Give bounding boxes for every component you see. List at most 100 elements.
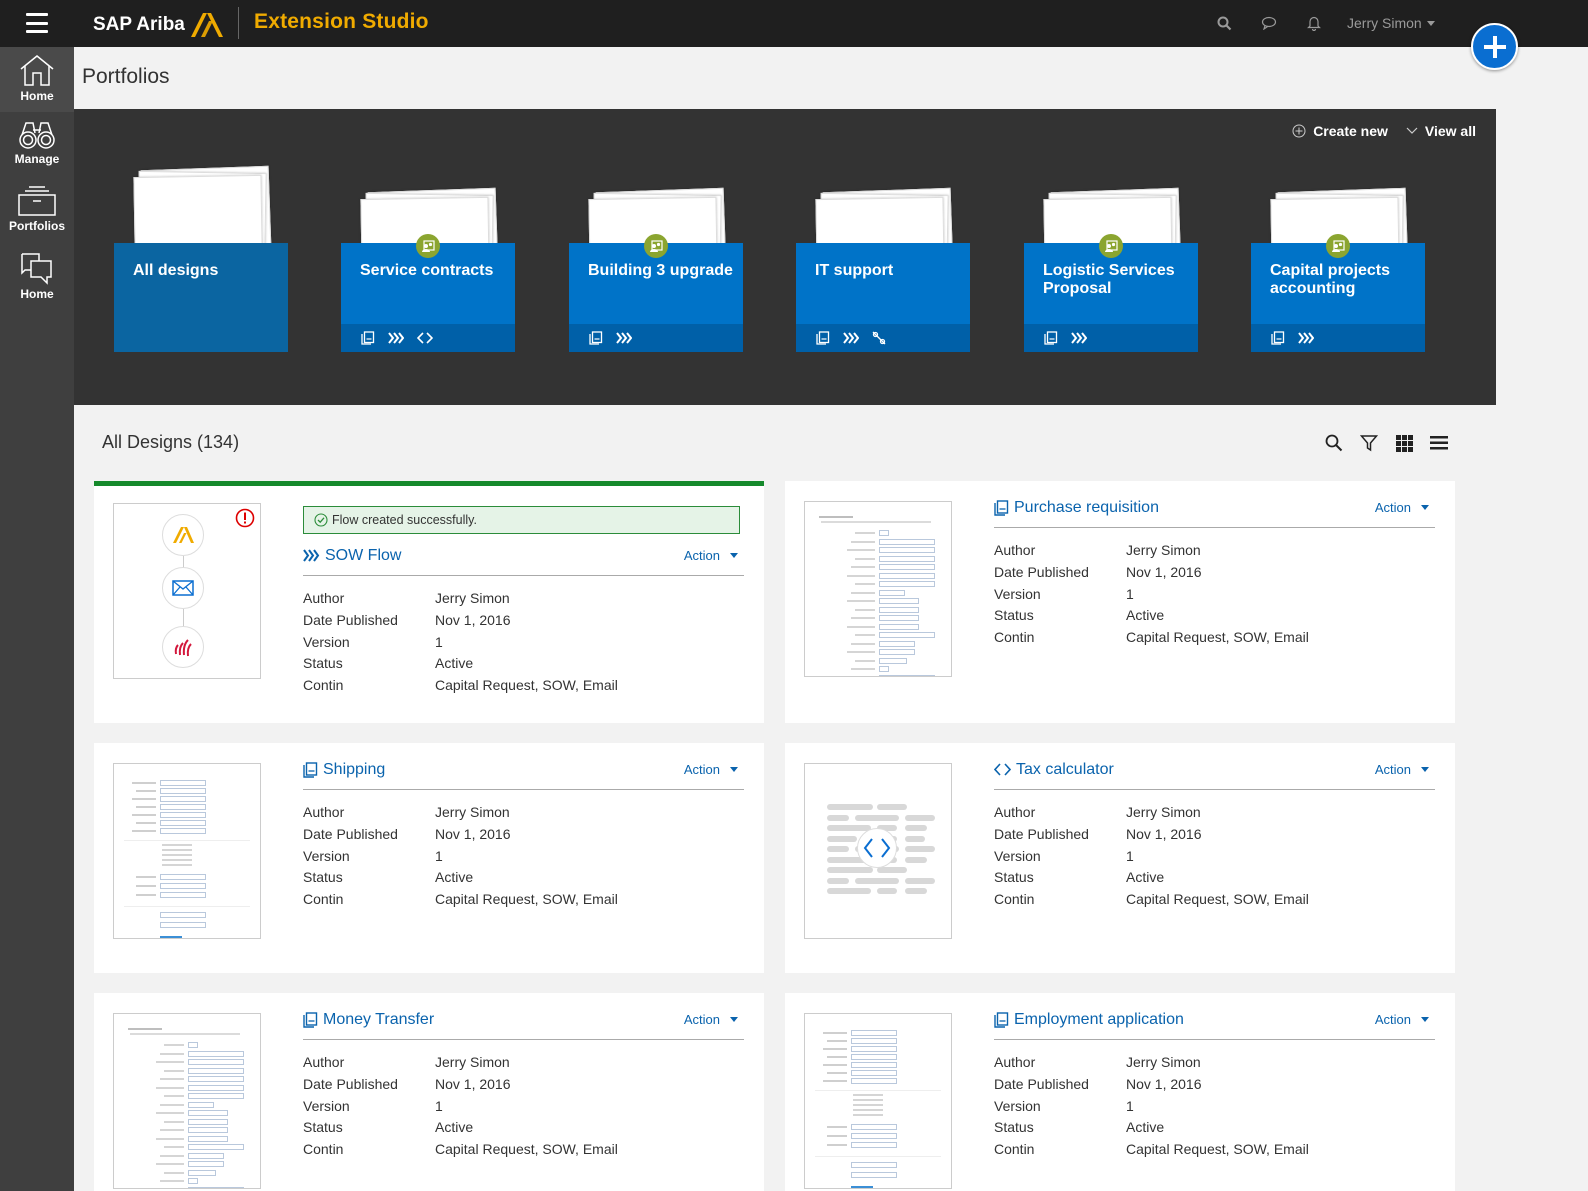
chat-icon[interactable] (1257, 12, 1281, 34)
form-icon (303, 761, 318, 778)
code-icon[interactable] (417, 332, 433, 344)
menu-icon[interactable] (26, 13, 48, 33)
property-row: Status Active (994, 867, 1435, 889)
search-icon[interactable] (1212, 12, 1236, 34)
design-thumbnail[interactable] (113, 1013, 261, 1189)
form-icon[interactable] (1271, 331, 1285, 345)
sidebar-item-portfolios[interactable]: Portfolios (0, 178, 74, 243)
property-label: Version (303, 633, 350, 650)
form-preview-image (805, 502, 951, 676)
design-title-link[interactable]: Money Transfer (303, 1011, 434, 1029)
property-label: Status (303, 655, 343, 672)
form-icon (303, 1011, 318, 1028)
form-icon[interactable] (1044, 331, 1058, 345)
sidebar-item-home-2[interactable]: Home (0, 245, 74, 310)
portfolio-folder[interactable]: Building 3 upgrade (569, 164, 743, 352)
design-properties: Author Jerry Simon Date Published Nov 1, 20… (994, 1052, 1435, 1161)
design-title-link[interactable]: Employment application (994, 1011, 1184, 1029)
property-row: Date Published Nov 1, 2016 (303, 1074, 744, 1096)
folder-footer (1024, 324, 1198, 352)
shared-icon (416, 234, 440, 258)
design-title-link[interactable]: Purchase requisition (994, 499, 1159, 517)
flow-icon[interactable] (1298, 332, 1314, 344)
property-value: Nov 1, 2016 (1126, 563, 1202, 580)
caret-down-icon (1421, 1017, 1429, 1022)
property-label: Author (994, 804, 1036, 820)
view-all-label: View all (1424, 123, 1476, 139)
bell-icon[interactable] (1302, 12, 1326, 34)
form-icon[interactable] (816, 331, 830, 345)
design-card[interactable]: Flow created successfully. SOW Flow Action… (94, 481, 764, 723)
action-dropdown[interactable]: Action (1375, 1012, 1429, 1027)
add-button[interactable] (1471, 23, 1518, 70)
property-row: Contin Capital Request, SOW, Email (303, 1139, 744, 1161)
design-card[interactable]: Purchase requisition Action Author Jerry Si… (785, 481, 1455, 723)
card-header: Purchase requisition Action (994, 496, 1435, 528)
property-row: Author Jerry Simon (994, 802, 1435, 824)
sidebar-item-manage[interactable]: Manage (0, 113, 74, 178)
property-row: Version 1 (303, 846, 744, 868)
user-name: Jerry Simon (1347, 15, 1422, 31)
property-row: Author Jerry Simon (994, 1052, 1435, 1074)
action-dropdown[interactable]: Action (1375, 500, 1429, 515)
flow-icon[interactable] (1071, 332, 1087, 344)
property-row: Date Published Nov 1, 2016 (303, 610, 744, 632)
design-card[interactable]: Shipping Action Author Jerry Simon Date Publ… (94, 743, 764, 973)
portfolio-folder[interactable]: Logistic Services Proposal (1024, 164, 1198, 352)
design-title-link[interactable]: Shipping (303, 761, 385, 779)
action-label: Action (683, 1012, 720, 1027)
design-title: Purchase requisition (1014, 498, 1159, 516)
property-label: Date Published (994, 1075, 1089, 1092)
binoculars-icon (19, 122, 55, 149)
folder-title: IT support (815, 262, 894, 279)
design-title: Tax calculator (1016, 760, 1114, 778)
design-card[interactable]: Employment application Action Author Jerry … (785, 993, 1455, 1191)
search-icon[interactable] (1323, 432, 1345, 454)
chevron-down-icon (1426, 20, 1435, 26)
flow-icon[interactable] (616, 332, 632, 344)
property-label: Date Published (303, 611, 398, 628)
design-thumbnail[interactable] (804, 501, 952, 677)
connector-icon[interactable] (872, 331, 886, 345)
design-properties: Author Jerry Simon Date Published Nov 1, 20… (303, 588, 744, 697)
sidebar-label: Manage (14, 152, 60, 166)
property-label: Date Published (994, 563, 1089, 580)
filter-icon[interactable] (1358, 432, 1380, 454)
design-card[interactable]: Money Transfer Action Author Jerry Simon Dat… (94, 993, 764, 1191)
app-title: Extension Studio (254, 10, 429, 33)
folder-body: IT support (796, 243, 970, 352)
property-value: 1 (1126, 1097, 1134, 1114)
property-label: Status (994, 869, 1034, 886)
portfolio-folder[interactable]: IT support (796, 164, 970, 352)
design-card[interactable]: Tax calculator Action Author Jerry Simon Dat… (785, 743, 1455, 973)
list-view-icon[interactable] (1428, 432, 1450, 454)
sidebar-item-home[interactable]: Home (0, 47, 74, 112)
design-properties: Author Jerry Simon Date Published Nov 1, 20… (994, 802, 1435, 911)
portfolio-folder[interactable]: All designs (114, 164, 288, 352)
form-icon[interactable] (589, 331, 603, 345)
action-dropdown[interactable]: Action (684, 548, 738, 563)
create-new-button[interactable]: Create new (1292, 123, 1388, 139)
design-thumbnail[interactable] (804, 1013, 952, 1189)
action-dropdown[interactable]: Action (684, 762, 738, 777)
design-thumbnail[interactable] (113, 503, 261, 679)
design-title-link[interactable]: SOW Flow (303, 547, 401, 565)
view-all-button[interactable]: View all (1406, 123, 1476, 139)
portfolio-folder[interactable]: Service contracts (341, 164, 515, 352)
design-thumbnail[interactable] (113, 763, 261, 939)
action-dropdown[interactable]: Action (684, 1012, 738, 1027)
property-label: Contin (303, 677, 344, 694)
action-dropdown[interactable]: Action (1375, 762, 1429, 777)
design-thumbnail[interactable] (804, 763, 952, 939)
flow-icon[interactable] (843, 332, 859, 344)
property-row: Version 1 (994, 584, 1435, 606)
property-row: Version 1 (303, 632, 744, 654)
design-title-link[interactable]: Tax calculator (994, 761, 1114, 779)
property-value: Capital Request, SOW, Email (435, 891, 618, 908)
flow-icon[interactable] (388, 332, 404, 344)
grid-view-icon[interactable] (1393, 432, 1415, 454)
user-menu[interactable]: Jerry Simon (1347, 15, 1435, 31)
form-icon[interactable] (361, 331, 375, 345)
portfolio-folder[interactable]: Capital projects accounting (1251, 164, 1425, 352)
folder-footer (341, 324, 515, 352)
